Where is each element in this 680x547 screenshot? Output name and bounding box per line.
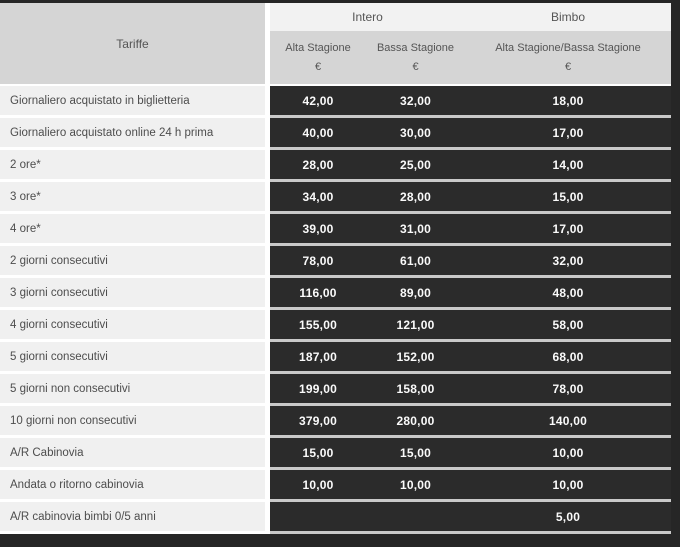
price-cell: 10,00 [270, 470, 366, 502]
price-cell: 61,00 [366, 246, 465, 278]
price-cell: 116,00 [270, 278, 366, 310]
price-cell: 121,00 [366, 310, 465, 342]
price-cell: 199,00 [270, 374, 366, 406]
table-row: 3 giorni consecutivi 116,00 89,00 48,00 [0, 278, 671, 310]
price-cell: 187,00 [270, 342, 366, 374]
row-label: 2 ore* [0, 150, 265, 182]
subheader-alta-bassa-stagione: Alta Stagione/Bassa Stagione € [465, 31, 671, 84]
subheader-label: Bassa Stagione [376, 42, 455, 54]
row-label: 5 giorni consecutivi [0, 342, 265, 374]
price-cell: 32,00 [465, 246, 671, 278]
price-cell: 140,00 [465, 406, 671, 438]
corner-header-tariffe: Tariffe [0, 3, 265, 84]
subheader-label: Alta Stagione [285, 42, 351, 54]
table-row: 2 giorni consecutivi 78,00 61,00 32,00 [0, 246, 671, 278]
price-cell: 28,00 [270, 150, 366, 182]
tariff-table-frame: Tariffe Intero Bimbo Alta Stagione € Bas… [0, 0, 680, 547]
price-cell: 5,00 [465, 502, 671, 534]
row-label: 10 giorni non consecutivi [0, 406, 265, 438]
price-cell: 17,00 [465, 118, 671, 150]
row-label: Andata o ritorno cabinovia [0, 470, 265, 502]
row-label: A/R cabinovia bimbi 0/5 anni [0, 502, 265, 534]
subheader-alta-stagione: Alta Stagione € [270, 31, 366, 84]
price-cell: 30,00 [366, 118, 465, 150]
table-row: 3 ore* 34,00 28,00 15,00 [0, 182, 671, 214]
tariff-table: Tariffe Intero Bimbo Alta Stagione € Bas… [0, 3, 671, 534]
table-row: 4 ore* 39,00 31,00 17,00 [0, 214, 671, 246]
price-cell: 14,00 [465, 150, 671, 182]
subheader-label: Alta Stagione/Bassa Stagione [495, 42, 641, 54]
row-label: 2 giorni consecutivi [0, 246, 265, 278]
row-label: Giornaliero acquistato in biglietteria [0, 86, 265, 118]
price-cell: 10,00 [366, 470, 465, 502]
group-header-intero: Intero [270, 3, 465, 31]
table-row: Giornaliero acquistato online 24 h prima… [0, 118, 671, 150]
table-row: 10 giorni non consecutivi 379,00 280,00 140… [0, 406, 671, 438]
table-row: Andata o ritorno cabinovia 10,00 10,00 10,0… [0, 470, 671, 502]
table-row: 5 giorni consecutivi 187,00 152,00 68,00 [0, 342, 671, 374]
price-cell [366, 502, 465, 534]
price-cell: 32,00 [366, 86, 465, 118]
currency-symbol: € [412, 61, 419, 73]
price-cell: 31,00 [366, 214, 465, 246]
price-cell: 155,00 [270, 310, 366, 342]
subheader-bassa-stagione: Bassa Stagione € [366, 31, 465, 84]
group-header-bimbo-label: Bimbo [550, 10, 585, 24]
row-label: 4 ore* [0, 214, 265, 246]
table-row: A/R cabinovia bimbi 0/5 anni 5,00 [0, 502, 671, 534]
price-cell: 48,00 [465, 278, 671, 310]
price-cell: 17,00 [465, 214, 671, 246]
price-cell: 10,00 [465, 438, 671, 470]
price-cell: 58,00 [465, 310, 671, 342]
price-cell: 89,00 [366, 278, 465, 310]
row-label: 5 giorni non consecutivi [0, 374, 265, 406]
price-cell: 158,00 [366, 374, 465, 406]
group-header-intero-label: Intero [352, 10, 383, 24]
price-cell: 34,00 [270, 182, 366, 214]
table-row: 5 giorni non consecutivi 199,00 158,00 78,0… [0, 374, 671, 406]
price-cell: 68,00 [465, 342, 671, 374]
row-label: 3 giorni consecutivi [0, 278, 265, 310]
currency-symbol: € [314, 61, 322, 73]
price-cell [270, 502, 366, 534]
price-cell: 10,00 [465, 470, 671, 502]
group-header-bimbo: Bimbo [465, 3, 671, 31]
table-row: 2 ore* 28,00 25,00 14,00 [0, 150, 671, 182]
price-cell: 39,00 [270, 214, 366, 246]
row-label: Giornaliero acquistato online 24 h prima [0, 118, 265, 150]
row-label: 4 giorni consecutivi [0, 310, 265, 342]
price-cell: 28,00 [366, 182, 465, 214]
row-label: A/R Cabinovia [0, 438, 265, 470]
price-cell: 78,00 [465, 374, 671, 406]
price-cell: 25,00 [366, 150, 465, 182]
table-header: Tariffe Intero Bimbo Alta Stagione € Bas… [0, 3, 671, 86]
price-cell: 152,00 [366, 342, 465, 374]
price-cell: 42,00 [270, 86, 366, 118]
currency-symbol: € [564, 61, 572, 73]
price-cell: 15,00 [465, 182, 671, 214]
table-body: Giornaliero acquistato in biglietteria 42… [0, 86, 671, 534]
table-row: Giornaliero acquistato in biglietteria 42… [0, 86, 671, 118]
price-cell: 379,00 [270, 406, 366, 438]
table-row: A/R Cabinovia 15,00 15,00 10,00 [0, 438, 671, 470]
price-cell: 280,00 [366, 406, 465, 438]
price-cell: 78,00 [270, 246, 366, 278]
corner-header-label: Tariffe [116, 36, 149, 51]
row-label: 3 ore* [0, 182, 265, 214]
table-row: 4 giorni consecutivi 155,00 121,00 58,00 [0, 310, 671, 342]
price-cell: 15,00 [270, 438, 366, 470]
price-cell: 18,00 [465, 86, 671, 118]
price-cell: 15,00 [366, 438, 465, 470]
price-cell: 40,00 [270, 118, 366, 150]
